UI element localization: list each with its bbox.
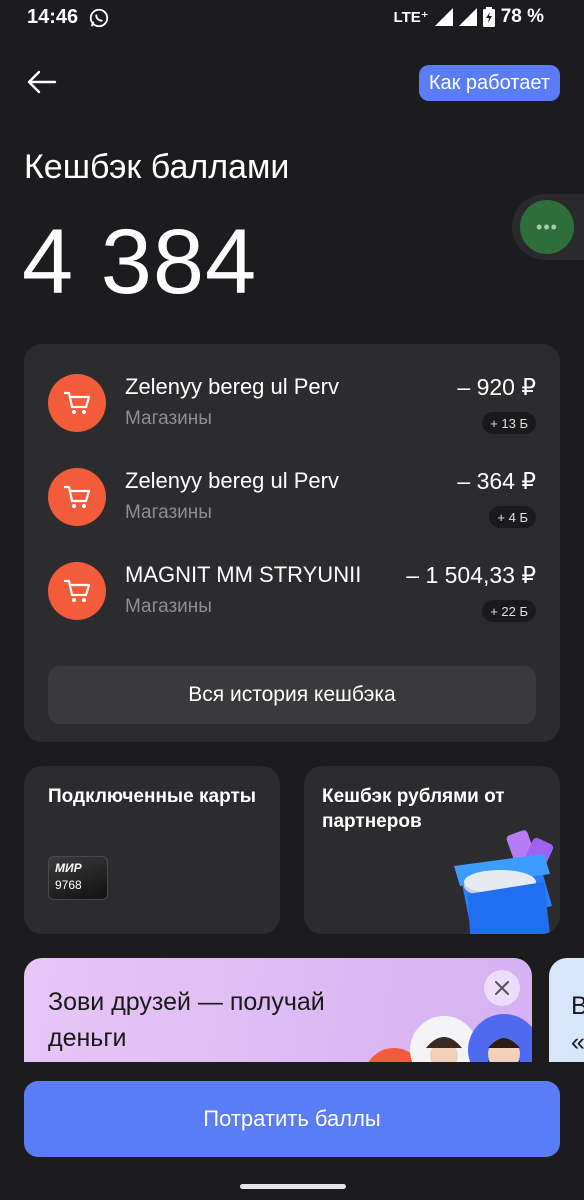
transaction-category: Магазины: [125, 408, 212, 429]
network-type: LTE⁺: [393, 9, 429, 26]
home-indicator[interactable]: [240, 1184, 346, 1189]
points-badge: + 22 Б: [482, 600, 536, 622]
arrow-left-icon: [27, 70, 57, 94]
more-icon: •••: [520, 200, 574, 254]
floating-bubble[interactable]: •••: [512, 194, 584, 260]
spend-points-button[interactable]: Потратить баллы: [24, 1081, 560, 1157]
points-badge: + 13 Б: [482, 412, 536, 434]
connected-cards-tile[interactable]: Подключенные карты МИР 9768: [24, 766, 280, 934]
partner-cashback-tile[interactable]: Кешбэк рублями от партнеров: [304, 766, 560, 934]
transaction-merchant: MAGNIT MM STRYUNII: [125, 562, 362, 587]
shopping-cart-icon: [48, 562, 106, 620]
whatsapp-icon: [89, 8, 109, 28]
signal-icon: [434, 8, 453, 26]
how-it-works-button[interactable]: Как работает: [418, 65, 560, 101]
shopping-cart-icon: [48, 468, 106, 526]
shopping-cart-icon: [48, 374, 106, 432]
close-promo-button[interactable]: [484, 970, 520, 1006]
gift-box-icon: [454, 830, 554, 934]
transaction-row[interactable]: Zelenyy bereg ul Perv Магазины – 920 ₽ +…: [24, 374, 560, 468]
connected-cards-title: Подключенные карты: [48, 786, 256, 807]
transaction-merchant: Zelenyy bereg ul Perv: [125, 468, 339, 493]
transaction-row[interactable]: MAGNIT MM STRYUNII Магазины – 1 504,33 ₽…: [24, 562, 560, 656]
transaction-amount: – 364 ₽: [457, 468, 536, 494]
promo-text: Зови друзей — получай деньги: [48, 988, 325, 1052]
close-icon: [495, 981, 509, 995]
card-number: 9768: [55, 878, 82, 892]
signal-icon-2: [458, 8, 477, 26]
status-bar: 14:46 LTE⁺ 78 %: [0, 0, 584, 38]
transaction-amount: – 920 ₽: [457, 374, 536, 400]
mir-logo: МИР: [55, 861, 82, 875]
points-balance: 4 384: [22, 211, 258, 313]
battery-icon: [482, 7, 495, 27]
points-badge: + 4 Б: [489, 506, 536, 528]
transaction-row[interactable]: Zelenyy bereg ul Perv Магазины – 364 ₽ +…: [24, 468, 560, 562]
page-title: Кешбэк баллами: [24, 148, 290, 186]
next-promo-text: В «: [571, 992, 584, 1056]
transaction-category: Магазины: [125, 502, 212, 523]
transaction-merchant: Zelenyy bereg ul Perv: [125, 374, 339, 399]
bank-card-thumbnail: МИР 9768: [48, 856, 108, 900]
transaction-category: Магазины: [125, 596, 212, 617]
cashback-history-button[interactable]: Вся история кешбэка: [48, 666, 536, 724]
transactions-card: Zelenyy bereg ul Perv Магазины – 920 ₽ +…: [24, 344, 560, 742]
back-button[interactable]: [22, 62, 62, 102]
status-time: 14:46: [27, 6, 79, 28]
battery-percent: 78 %: [500, 6, 544, 27]
transaction-amount: – 1 504,33 ₽: [406, 562, 536, 588]
